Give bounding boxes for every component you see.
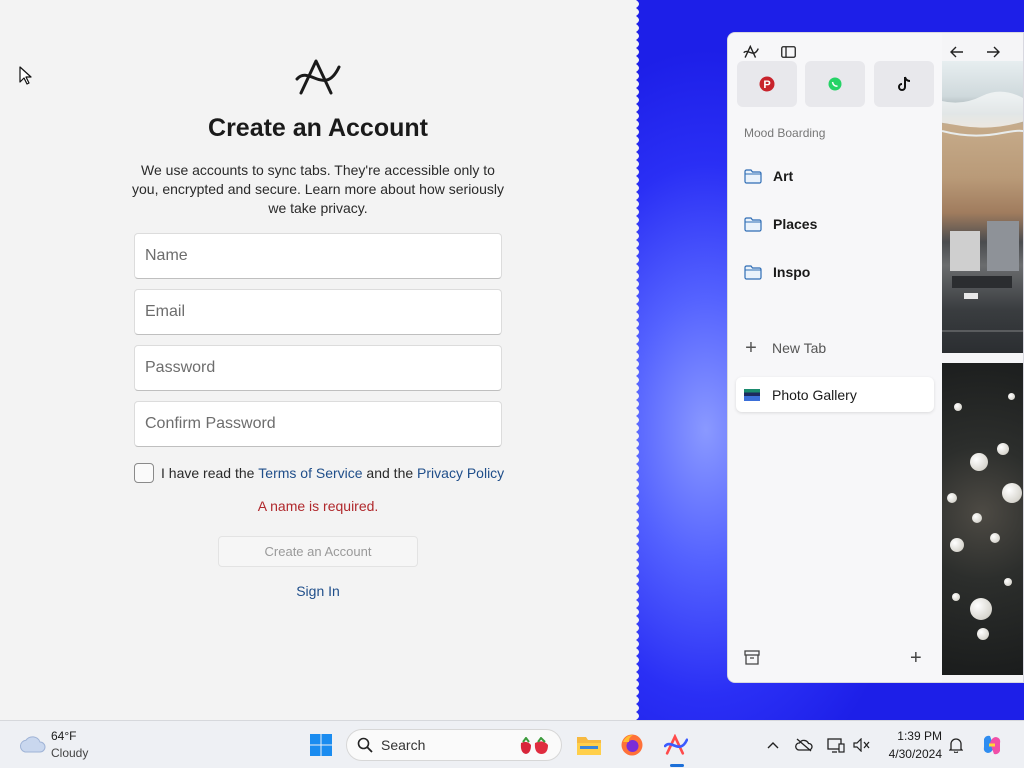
windows-start-icon[interactable] <box>309 733 333 757</box>
plus-icon: + <box>745 336 757 359</box>
tiktok-icon <box>898 76 911 91</box>
back-arrow-icon[interactable] <box>948 43 966 61</box>
validation-error: A name is required. <box>257 498 379 514</box>
weather-description[interactable]: Cloudy <box>51 746 88 760</box>
mouse-cursor-icon <box>19 66 32 85</box>
new-tab-button[interactable]: + New Tab <box>736 330 934 366</box>
cloudy-weather-icon[interactable] <box>18 734 46 754</box>
strawberry-icon <box>520 737 548 754</box>
sign-in-link[interactable]: Sign In <box>0 583 636 599</box>
page-title: Create an Account <box>208 114 428 142</box>
sidebar-toggle-icon[interactable] <box>779 43 797 61</box>
tab-photo-gallery[interactable]: Photo Gallery <box>736 377 934 412</box>
beach-aerial-photo <box>942 61 1023 353</box>
volume-muted-icon[interactable] <box>852 735 872 755</box>
photo-gallery-favicon-icon <box>744 388 760 401</box>
cloud-offline-icon[interactable] <box>794 735 814 755</box>
agree-middle-text: and the <box>362 465 418 481</box>
name-field[interactable] <box>134 233 502 279</box>
whatsapp-icon <box>828 77 842 91</box>
arc-browser-icon[interactable] <box>662 731 690 759</box>
add-icon[interactable]: + <box>910 647 922 670</box>
clock-time[interactable]: 1:39 PM <box>880 729 942 743</box>
copilot-icon[interactable] <box>980 733 1004 757</box>
terms-checkbox[interactable] <box>134 463 154 483</box>
folder-label: Inspo <box>773 264 811 280</box>
tab-label: Photo Gallery <box>772 386 857 403</box>
privacy-policy-link[interactable]: Privacy Policy <box>417 465 504 481</box>
taskbar: 64°F Cloudy Search 1:39 PM 4/30/2024 <box>0 720 1024 768</box>
archive-icon[interactable] <box>744 650 760 665</box>
signup-panel: Create an Account We use accounts to syn… <box>0 0 636 720</box>
hanging-lights-photo <box>942 363 1023 675</box>
weather-temperature[interactable]: 64°F <box>51 729 76 743</box>
forward-arrow-icon[interactable] <box>984 43 1002 61</box>
clock-date[interactable]: 4/30/2024 <box>880 747 942 761</box>
arc-menu-icon[interactable] <box>742 43 760 61</box>
arc-sidebar: P Mood Boarding Art Places Inspo + New T… <box>728 33 1000 682</box>
search-icon <box>357 737 373 753</box>
folder-icon <box>744 216 762 232</box>
new-tab-label: New Tab <box>772 340 827 356</box>
folder-places[interactable]: Places <box>736 206 934 242</box>
privacy-description: We use accounts to sync tabs. They're ac… <box>132 162 504 216</box>
active-app-indicator <box>670 764 684 767</box>
terms-of-service-link[interactable]: Terms of Service <box>258 465 362 481</box>
terms-agreement-row: I have read the Terms of Service and the… <box>134 462 504 484</box>
folder-icon <box>744 264 762 280</box>
firefox-icon[interactable] <box>618 731 646 759</box>
search-label: Search <box>381 737 426 753</box>
display-icon[interactable] <box>826 735 846 755</box>
arc-browser-window: P Mood Boarding Art Places Inspo + New T… <box>727 32 1024 683</box>
email-field[interactable] <box>134 289 502 335</box>
favorite-whatsapp[interactable] <box>805 61 865 107</box>
password-field[interactable] <box>134 345 502 391</box>
folder-icon <box>744 168 762 184</box>
folder-label: Art <box>773 168 794 184</box>
pinterest-icon: P <box>759 76 775 92</box>
confirm-password-field[interactable] <box>134 401 502 447</box>
favorite-tiktok[interactable] <box>874 61 934 107</box>
folder-art[interactable]: Art <box>736 158 934 194</box>
folder-inspo[interactable]: Inspo <box>736 254 934 290</box>
torn-edge-divider <box>630 0 639 720</box>
folder-label: Places <box>773 216 818 232</box>
favorite-pinterest[interactable]: P <box>737 61 797 107</box>
space-title: Mood Boarding <box>744 126 826 140</box>
notification-bell-icon[interactable] <box>946 735 966 755</box>
svg-text:P: P <box>763 79 770 91</box>
agree-prefix-text: I have read the <box>161 465 259 481</box>
file-explorer-icon[interactable] <box>575 731 603 759</box>
taskbar-search[interactable]: Search <box>346 729 562 761</box>
arc-logo-icon <box>295 59 341 95</box>
create-account-button[interactable]: Create an Account <box>218 536 418 567</box>
chevron-up-icon[interactable] <box>763 735 783 755</box>
